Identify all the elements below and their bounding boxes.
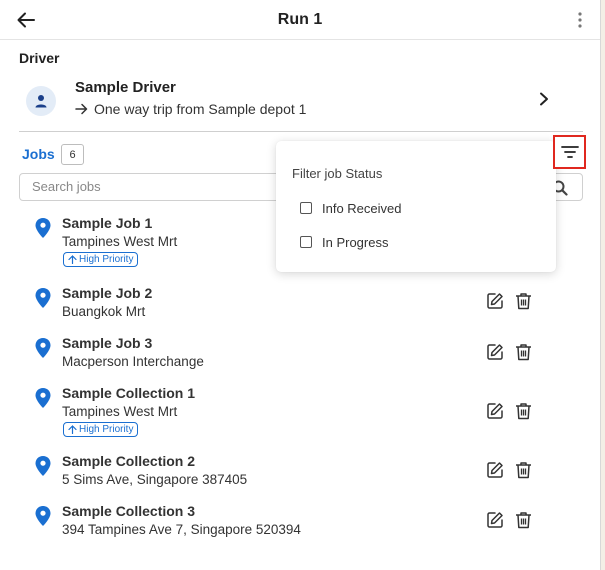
map-pin-icon bbox=[35, 338, 51, 358]
job-actions bbox=[485, 460, 533, 480]
map-pin-icon bbox=[35, 506, 51, 526]
job-address: Tampines West Mrt bbox=[62, 234, 178, 249]
driver-section-label: Driver bbox=[19, 50, 60, 66]
map-pin-icon bbox=[35, 218, 51, 238]
job-actions bbox=[485, 342, 533, 362]
delete-button[interactable] bbox=[513, 291, 533, 311]
tab-jobs[interactable]: Jobs bbox=[22, 146, 55, 162]
driver-trip-text: One way trip from Sample depot 1 bbox=[94, 101, 307, 117]
trash-icon bbox=[515, 344, 531, 361]
trash-icon bbox=[515, 293, 531, 310]
filter-option-label: In Progress bbox=[322, 234, 389, 250]
page-title: Run 1 bbox=[277, 10, 323, 28]
job-actions bbox=[485, 401, 533, 421]
edit-button[interactable] bbox=[485, 291, 505, 311]
edit-icon bbox=[487, 293, 503, 309]
checkbox[interactable] bbox=[300, 236, 312, 248]
job-title: Sample Job 2 bbox=[62, 285, 153, 301]
edit-button[interactable] bbox=[485, 401, 505, 421]
edit-icon bbox=[487, 462, 503, 478]
priority-badge: High Priority bbox=[63, 422, 139, 437]
driver-avatar bbox=[26, 86, 56, 116]
person-icon bbox=[35, 95, 47, 108]
kebab-menu-icon bbox=[578, 12, 582, 28]
arrow-right-icon bbox=[75, 103, 88, 115]
trash-icon bbox=[515, 512, 531, 529]
filter-dropdown-title: Filter job Status bbox=[292, 166, 383, 181]
job-address: Macperson Interchange bbox=[62, 354, 204, 369]
edit-icon bbox=[487, 344, 503, 360]
driver-trip: One way trip from Sample depot 1 bbox=[75, 101, 306, 117]
arrow-left-icon bbox=[17, 12, 35, 28]
delete-button[interactable] bbox=[513, 342, 533, 362]
job-title: Sample Collection 2 bbox=[62, 453, 196, 469]
filter-option-label: Info Received bbox=[322, 200, 402, 216]
driver-row[interactable]: Sample Driver One way trip from Sample d… bbox=[19, 74, 559, 126]
back-button[interactable] bbox=[12, 8, 40, 32]
more-options-button[interactable] bbox=[574, 10, 586, 30]
delete-button[interactable] bbox=[513, 460, 533, 480]
checkbox[interactable] bbox=[300, 202, 312, 214]
list-item[interactable]: Sample Collection 1 Tampines West Mrt Hi… bbox=[30, 385, 550, 437]
priority-badge: High Priority bbox=[63, 252, 139, 267]
list-item[interactable]: Sample Job 2 Buangkok Mrt bbox=[30, 285, 550, 335]
job-title: Sample Collection 1 bbox=[62, 385, 196, 401]
job-actions bbox=[485, 291, 533, 311]
map-pin-icon bbox=[35, 456, 51, 476]
priority-label: High Priority bbox=[79, 254, 134, 265]
priority-label: High Priority bbox=[79, 424, 134, 435]
job-title: Sample Job 1 bbox=[62, 215, 153, 231]
delete-button[interactable] bbox=[513, 401, 533, 421]
filter-dropdown: Filter job Status Info Received In Progr… bbox=[276, 141, 556, 272]
chevron-right-icon bbox=[539, 92, 549, 111]
job-title: Sample Job 3 bbox=[62, 335, 153, 351]
arrow-up-icon bbox=[68, 425, 77, 434]
job-address: 5 Sims Ave, Singapore 387405 bbox=[62, 472, 248, 487]
run-panel: Run 1 Driver Sample Driver One way trip … bbox=[0, 0, 601, 570]
trash-icon bbox=[515, 462, 531, 479]
job-address: 394 Tampines Ave 7, Singapore 520394 bbox=[62, 522, 301, 537]
filter-button[interactable] bbox=[553, 135, 586, 169]
edit-icon bbox=[487, 403, 503, 419]
section-divider bbox=[19, 131, 583, 132]
list-item[interactable]: Sample Job 3 Macperson Interchange bbox=[30, 335, 550, 385]
filter-lines-icon bbox=[560, 146, 579, 158]
edit-button[interactable] bbox=[485, 460, 505, 480]
jobs-count-badge: 6 bbox=[61, 144, 84, 165]
edit-button[interactable] bbox=[485, 342, 505, 362]
job-actions bbox=[485, 510, 533, 530]
job-address: Buangkok Mrt bbox=[62, 304, 146, 319]
list-item[interactable]: Sample Collection 2 5 Sims Ave, Singapor… bbox=[30, 453, 550, 503]
job-address: Tampines West Mrt bbox=[62, 404, 178, 419]
top-bar: Run 1 bbox=[0, 0, 600, 40]
filter-option-info-received[interactable]: Info Received bbox=[300, 197, 520, 219]
list-item[interactable]: Sample Collection 3 394 Tampines Ave 7, … bbox=[30, 503, 550, 553]
filter-option-in-progress[interactable]: In Progress bbox=[300, 231, 520, 253]
edit-icon bbox=[487, 512, 503, 528]
map-pin-icon bbox=[35, 388, 51, 408]
arrow-up-icon bbox=[68, 255, 77, 264]
map-pin-icon bbox=[35, 288, 51, 308]
driver-name: Sample Driver bbox=[75, 79, 176, 96]
trash-icon bbox=[515, 403, 531, 420]
edit-button[interactable] bbox=[485, 510, 505, 530]
delete-button[interactable] bbox=[513, 510, 533, 530]
job-title: Sample Collection 3 bbox=[62, 503, 196, 519]
background-map-edge bbox=[601, 0, 605, 570]
